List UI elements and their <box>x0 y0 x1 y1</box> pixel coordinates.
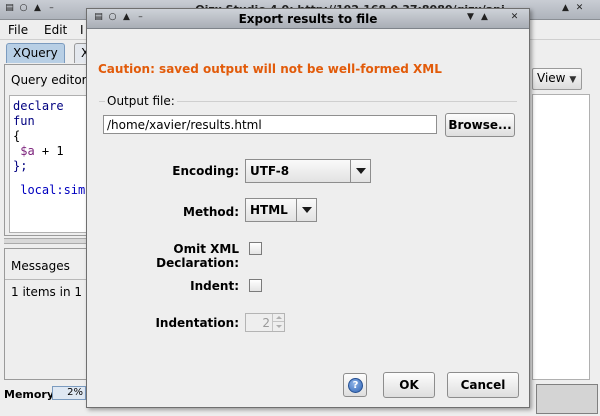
dialog-title: Export results to file <box>238 12 378 26</box>
messages-divider <box>5 279 93 280</box>
spinner-arrows <box>272 314 284 331</box>
encoding-select[interactable]: UTF-8 <box>245 159 371 183</box>
shade-icon[interactable]: ▲ <box>32 3 43 14</box>
menu-more[interactable]: I <box>80 23 84 37</box>
dialog-wm-buttons-right: ▼ ▲ ✕ <box>465 12 520 23</box>
code-keyword: declare <box>13 99 64 113</box>
messages-text: 1 items in 1 <box>11 285 83 299</box>
help-icon: ? <box>348 378 363 393</box>
memory-indicator: 2% <box>52 386 86 400</box>
messages-panel: Messages 1 items in 1 <box>4 248 94 380</box>
code-function-call: local:sim <box>20 183 86 197</box>
main-wm-buttons-right: ▲ ✕ <box>560 3 585 14</box>
code-line: { <box>13 129 21 143</box>
indent-checkbox[interactable] <box>249 279 262 292</box>
window-menu-icon[interactable]: ▤ <box>4 3 15 14</box>
chevron-down-icon: ▼ <box>569 75 577 85</box>
main-wm-buttons: ▤ ○ ▲ – <box>4 3 57 14</box>
close-icon[interactable]: ✕ <box>509 12 520 23</box>
menu-file[interactable]: File <box>8 23 28 37</box>
messages-header: Messages <box>11 259 70 273</box>
results-area[interactable] <box>532 94 590 380</box>
view-button[interactable]: View ▼ <box>532 68 582 90</box>
help-button[interactable]: ? <box>343 373 367 397</box>
view-button-label: View <box>537 71 566 85</box>
ok-button[interactable]: OK <box>383 372 435 398</box>
sticky-icon[interactable]: ○ <box>18 3 29 14</box>
spinner-up-icon[interactable] <box>273 314 284 322</box>
code-line: }; <box>13 159 28 173</box>
maximize-icon[interactable]: ▲ <box>479 12 490 23</box>
output-file-group-title: Output file: <box>105 94 177 108</box>
menu-edit[interactable]: Edit <box>44 23 67 37</box>
chevron-down-icon <box>296 199 316 221</box>
chevron-down-icon[interactable]: ▼ <box>465 12 476 23</box>
panel-splitter[interactable] <box>4 238 94 244</box>
encoding-label: Encoding: <box>172 164 239 178</box>
minimize-icon[interactable]: – <box>46 3 57 14</box>
memory-label: Memory: <box>4 388 59 401</box>
indentation-value: 2 <box>262 316 270 330</box>
browse-button[interactable]: Browse... <box>445 113 515 137</box>
maximize-icon[interactable]: ▲ <box>560 3 571 14</box>
query-editor[interactable]: declare fun { $a + 1 }; local:sim <box>9 95 93 233</box>
indent-label: Indent: <box>190 279 239 293</box>
spinner-down-icon[interactable] <box>273 322 284 330</box>
indentation-spinner[interactable]: 2 <box>245 313 285 332</box>
method-select[interactable]: HTML <box>245 198 317 222</box>
code-text: + 1 <box>34 144 64 158</box>
cancel-button[interactable]: Cancel <box>447 372 519 398</box>
window-corner <box>536 384 598 414</box>
indentation-label: Indentation: <box>155 316 239 330</box>
close-icon[interactable]: ✕ <box>574 3 585 14</box>
omit-xml-label: Omit XML Declaration: <box>156 242 239 270</box>
code-text: fun <box>13 114 35 128</box>
dialog-titlebar[interactable]: ▤ ○ ▲ – Export results to file ▼ ▲ ✕ <box>87 9 529 29</box>
code-variable: $a <box>20 144 35 158</box>
tab-xquery[interactable]: XQuery <box>6 43 65 63</box>
export-dialog: ▤ ○ ▲ – Export results to file ▼ ▲ ✕ Cau… <box>86 8 530 408</box>
method-value: HTML <box>250 203 288 217</box>
chevron-down-icon <box>350 160 370 182</box>
query-editor-header: Query editor <box>11 73 87 87</box>
omit-xml-checkbox[interactable] <box>249 242 262 255</box>
method-label: Method: <box>183 205 239 219</box>
encoding-value: UTF-8 <box>250 164 290 178</box>
caution-message: Caution: saved output will not be well-f… <box>98 62 442 76</box>
results-panel: View ▼ <box>530 64 596 382</box>
query-editor-panel: Query editor declare fun { $a + 1 }; loc… <box>4 64 94 236</box>
output-path-input[interactable] <box>103 115 437 134</box>
